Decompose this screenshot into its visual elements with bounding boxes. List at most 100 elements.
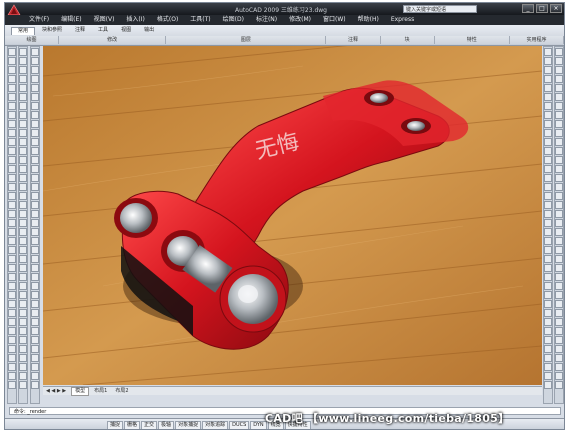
- osnap-toggle[interactable]: 对象捕捉: [175, 421, 202, 429]
- tool-icon[interactable]: [19, 291, 27, 299]
- tool-icon[interactable]: [19, 174, 27, 182]
- tool-icon[interactable]: [31, 345, 39, 353]
- tool-icon[interactable]: [19, 345, 27, 353]
- tool-icon[interactable]: [555, 372, 563, 380]
- tool-icon[interactable]: [555, 138, 563, 146]
- tool-icon[interactable]: [19, 309, 27, 317]
- menu-modify[interactable]: 修改(M): [283, 15, 317, 25]
- tool-icon[interactable]: [19, 75, 27, 83]
- menu-express[interactable]: Express: [385, 15, 420, 25]
- tool-icon[interactable]: [19, 381, 27, 389]
- tool-icon[interactable]: [31, 381, 39, 389]
- tool-icon[interactable]: [31, 237, 39, 245]
- tool-icon[interactable]: [544, 75, 552, 83]
- tool-icon[interactable]: [31, 147, 39, 155]
- tool-icon[interactable]: [555, 84, 563, 92]
- tool-icon[interactable]: [555, 363, 563, 371]
- tool-icon[interactable]: [31, 372, 39, 380]
- tool-icon[interactable]: [19, 219, 27, 227]
- panel-block[interactable]: 块: [380, 36, 435, 44]
- tool-icon[interactable]: [544, 192, 552, 200]
- tool-icon[interactable]: [544, 201, 552, 209]
- tool-icon[interactable]: [19, 255, 27, 263]
- tool-icon[interactable]: [19, 84, 27, 92]
- tool-icon[interactable]: [19, 147, 27, 155]
- tool-icon[interactable]: [19, 165, 27, 173]
- tool-icon[interactable]: [555, 381, 563, 389]
- tool-icon[interactable]: [8, 84, 16, 92]
- tool-icon[interactable]: [19, 120, 27, 128]
- tool-icon[interactable]: [31, 183, 39, 191]
- tool-icon[interactable]: [8, 102, 16, 110]
- tool-icon[interactable]: [31, 138, 39, 146]
- tool-icon[interactable]: [8, 237, 16, 245]
- tool-icon[interactable]: [19, 93, 27, 101]
- tool-icon[interactable]: [19, 300, 27, 308]
- tool-icon[interactable]: [31, 75, 39, 83]
- tool-icon[interactable]: [31, 309, 39, 317]
- tool-icon[interactable]: [555, 183, 563, 191]
- tool-icon[interactable]: [31, 120, 39, 128]
- tool-icon[interactable]: [31, 282, 39, 290]
- panel-properties[interactable]: 特性: [434, 36, 510, 44]
- tool-icon[interactable]: [8, 48, 16, 56]
- tool-icon[interactable]: [31, 192, 39, 200]
- tool-icon[interactable]: [555, 282, 563, 290]
- tool-icon[interactable]: [31, 336, 39, 344]
- tab-tools[interactable]: 工具: [92, 27, 114, 35]
- tool-icon[interactable]: [31, 165, 39, 173]
- tool-icon[interactable]: [544, 345, 552, 353]
- snap-toggle[interactable]: 捕捉: [107, 421, 124, 429]
- tool-icon[interactable]: [31, 318, 39, 326]
- tool-icon[interactable]: [8, 75, 16, 83]
- tool-icon[interactable]: [544, 57, 552, 65]
- tool-icon[interactable]: [544, 174, 552, 182]
- tool-icon[interactable]: [31, 129, 39, 137]
- menu-draw[interactable]: 绘图(D): [217, 15, 250, 25]
- tool-icon[interactable]: [8, 363, 16, 371]
- tool-icon[interactable]: [555, 66, 563, 74]
- tool-icon[interactable]: [555, 300, 563, 308]
- ducs-toggle[interactable]: DUCS: [229, 421, 250, 429]
- tool-icon[interactable]: [544, 327, 552, 335]
- tool-icon[interactable]: [31, 264, 39, 272]
- tool-icon[interactable]: [19, 138, 27, 146]
- panel-utilities[interactable]: 实用程序: [509, 36, 564, 44]
- tab-layout2[interactable]: 布局2: [112, 388, 131, 395]
- tab-annotate[interactable]: 注释: [69, 27, 91, 35]
- tool-icon[interactable]: [31, 102, 39, 110]
- tool-icon[interactable]: [31, 66, 39, 74]
- tool-icon[interactable]: [555, 156, 563, 164]
- tool-icon[interactable]: [555, 129, 563, 137]
- tool-icon[interactable]: [19, 363, 27, 371]
- tool-icon[interactable]: [544, 93, 552, 101]
- tool-icon[interactable]: [8, 120, 16, 128]
- tool-icon[interactable]: [31, 228, 39, 236]
- tool-icon[interactable]: [31, 111, 39, 119]
- nav-arrows[interactable]: ◀ ◀ ▶ ▶: [43, 388, 69, 395]
- tool-icon[interactable]: [544, 381, 552, 389]
- tool-icon[interactable]: [544, 120, 552, 128]
- tool-icon[interactable]: [8, 327, 16, 335]
- tab-output[interactable]: 输出: [138, 27, 160, 35]
- tool-icon[interactable]: [31, 246, 39, 254]
- tool-icon[interactable]: [31, 300, 39, 308]
- tool-icon[interactable]: [544, 147, 552, 155]
- tool-icon[interactable]: [8, 129, 16, 137]
- tool-icon[interactable]: [555, 291, 563, 299]
- tool-icon[interactable]: [555, 165, 563, 173]
- tool-icon[interactable]: [555, 327, 563, 335]
- tool-icon[interactable]: [544, 228, 552, 236]
- tool-icon[interactable]: [544, 129, 552, 137]
- menu-format[interactable]: 格式(O): [151, 15, 184, 25]
- tool-icon[interactable]: [19, 111, 27, 119]
- tool-icon[interactable]: [544, 318, 552, 326]
- tool-icon[interactable]: [8, 246, 16, 254]
- tool-icon[interactable]: [8, 219, 16, 227]
- tool-icon[interactable]: [31, 93, 39, 101]
- tool-icon[interactable]: [31, 210, 39, 218]
- tool-icon[interactable]: [8, 255, 16, 263]
- tool-icon[interactable]: [31, 291, 39, 299]
- tool-icon[interactable]: [555, 255, 563, 263]
- tool-icon[interactable]: [19, 237, 27, 245]
